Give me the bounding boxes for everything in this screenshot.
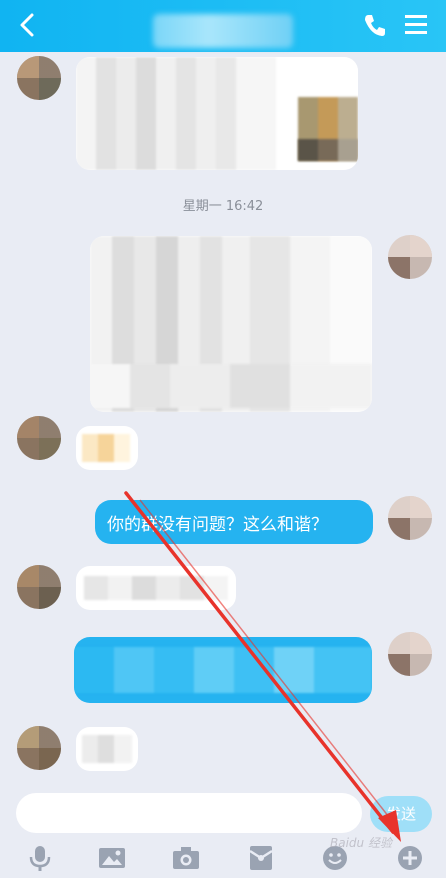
chevron-left-icon [20, 13, 34, 37]
message-bubble[interactable] [76, 727, 138, 771]
camera-button[interactable] [171, 843, 201, 873]
red-packet-button[interactable] [246, 843, 276, 873]
avatar[interactable] [388, 235, 432, 279]
message-bubble[interactable] [74, 637, 372, 703]
timestamp: 星期一 16:42 [182, 199, 264, 214]
avatar[interactable] [17, 565, 61, 609]
message-text: 你的群没有问题？这么和谐？ [107, 515, 328, 535]
watermark: Baidu 经验 [330, 836, 392, 850]
message-bubble[interactable] [76, 57, 358, 170]
message-bubble[interactable] [76, 566, 236, 610]
message-bubble[interactable]: 你的群没有问题？这么和谐？ [95, 500, 373, 544]
avatar[interactable] [17, 56, 61, 100]
menu-button[interactable] [402, 12, 430, 38]
message-input[interactable] [16, 793, 362, 833]
back-button[interactable] [14, 10, 42, 40]
hamburger-menu-icon [405, 15, 427, 34]
avatar[interactable] [17, 416, 61, 460]
voice-button[interactable] [25, 843, 55, 873]
message-bubble[interactable] [76, 426, 138, 470]
chat-header [0, 0, 446, 52]
plus-button[interactable] [395, 843, 425, 873]
avatar[interactable] [388, 632, 432, 676]
call-button[interactable] [362, 12, 388, 38]
plus-icon [398, 846, 422, 870]
image-button[interactable] [97, 843, 127, 873]
avatar[interactable] [388, 496, 432, 540]
chat-title [153, 14, 293, 48]
red-packet-icon [249, 846, 273, 870]
image-icon [99, 848, 125, 868]
camera-icon [173, 847, 199, 869]
microphone-icon [29, 846, 51, 871]
message-bubble[interactable] [90, 236, 372, 412]
avatar[interactable] [17, 726, 61, 770]
phone-icon [365, 15, 385, 36]
send-button[interactable]: 发送 [370, 796, 432, 832]
